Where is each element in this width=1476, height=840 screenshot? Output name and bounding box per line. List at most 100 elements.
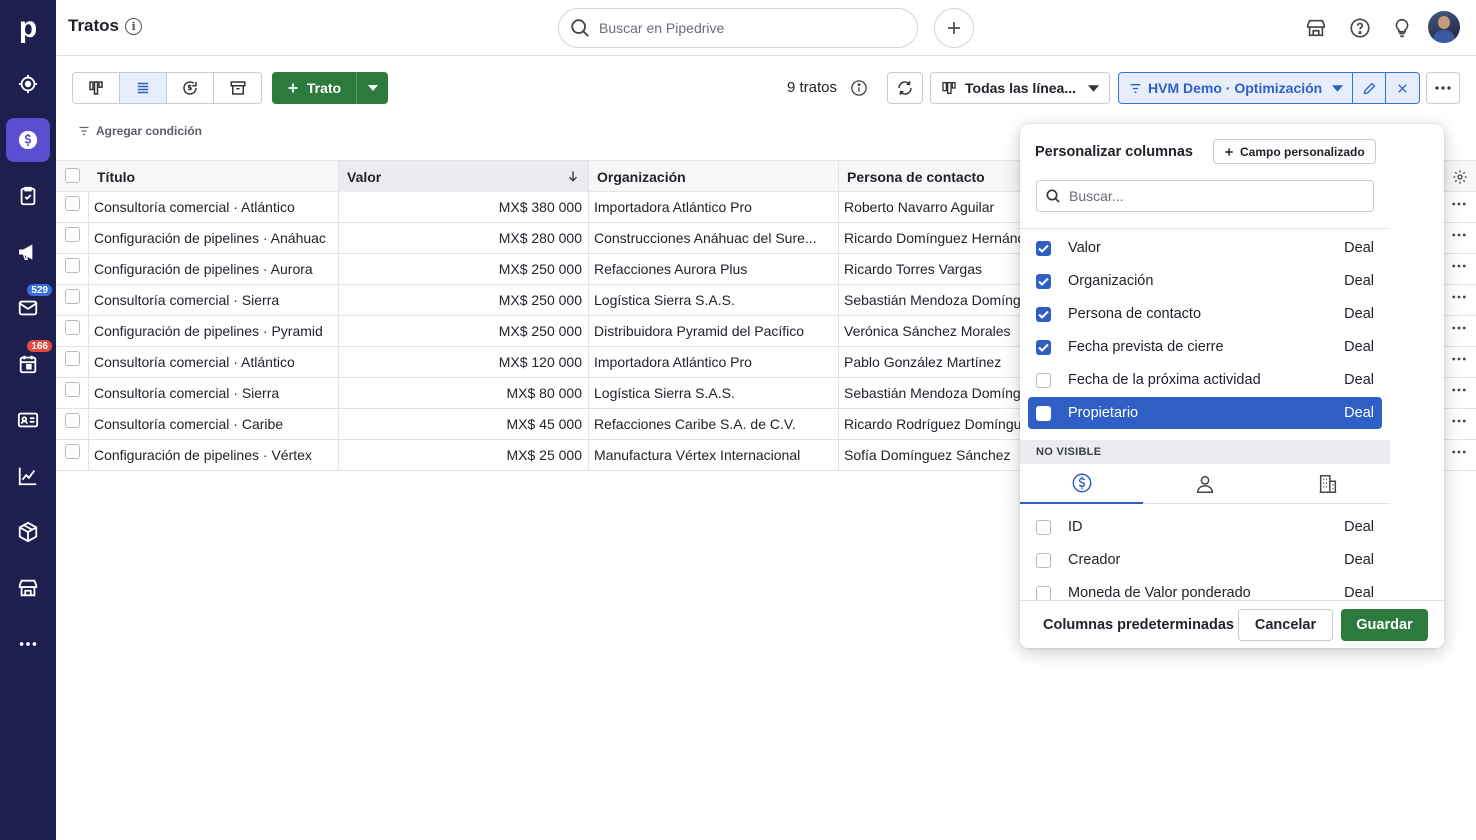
column-option-checkbox[interactable] [1036, 241, 1051, 256]
column-option-checkbox[interactable] [1036, 406, 1051, 421]
row-checkbox[interactable] [64, 320, 80, 335]
deal-title-cell[interactable]: Consultoría comercial · Caribe [89, 409, 339, 439]
sidebar-item-more[interactable] [6, 622, 50, 666]
row-checkbox[interactable] [64, 351, 80, 366]
deal-title-cell[interactable]: Configuración de pipelines · Aurora [89, 254, 339, 284]
global-search[interactable] [558, 8, 918, 48]
sidebar-item-products[interactable] [6, 510, 50, 554]
deal-title-cell[interactable]: Configuración de pipelines · Vértex [89, 440, 339, 470]
organization-cell[interactable]: Logística Sierra S.A.S. [589, 378, 839, 408]
pipeline-select[interactable]: Todas las línea... [930, 72, 1110, 104]
marketplace-button[interactable] [1302, 14, 1330, 42]
tab-organization-fields[interactable] [1266, 464, 1389, 504]
sidebar-item-deals[interactable] [6, 118, 50, 162]
row-more-dots-icon[interactable] [1452, 357, 1466, 361]
column-option-checkbox[interactable] [1036, 553, 1051, 568]
organization-cell[interactable]: Logística Sierra S.A.S. [589, 285, 839, 315]
search-input[interactable] [599, 20, 899, 36]
deal-title-cell[interactable]: Configuración de pipelines · Pyramid [89, 316, 339, 346]
organization-cell[interactable]: Refacciones Caribe S.A. de C.V. [589, 409, 839, 439]
row-more-dots-icon[interactable] [1452, 202, 1466, 206]
edit-filter-button[interactable] [1353, 73, 1386, 103]
organization-cell[interactable]: Manufactura Vértex Internacional [589, 440, 839, 470]
row-checkbox[interactable] [64, 196, 80, 211]
column-header-value[interactable]: Valor [339, 161, 589, 192]
column-search[interactable] [1036, 180, 1374, 212]
custom-field-button[interactable]: Campo personalizado [1213, 139, 1376, 164]
refresh-button[interactable] [887, 72, 923, 104]
sidebar-item-campaigns[interactable] [6, 230, 50, 274]
filter-select[interactable]: HVM Demo · Optimización [1119, 73, 1353, 103]
deal-title-cell[interactable]: Consultoría comercial · Atlántico [89, 347, 339, 377]
row-more-dots-icon[interactable] [1452, 419, 1466, 423]
organization-cell[interactable]: Refacciones Aurora Plus [589, 254, 839, 284]
sidebar-item-mail[interactable]: 529 [6, 282, 54, 330]
column-option[interactable]: Moneda de Valor ponderado Deal [1028, 577, 1382, 600]
column-settings-gear-icon[interactable] [1452, 169, 1468, 185]
deal-count-info-icon[interactable] [850, 79, 868, 102]
row-more-dots-icon[interactable] [1452, 326, 1466, 330]
deal-title-cell[interactable]: Configuración de pipelines · Anáhuac [89, 223, 339, 253]
sidebar-item-insights[interactable] [6, 454, 50, 498]
column-option[interactable]: Valor Deal [1028, 232, 1382, 264]
list-view-button[interactable] [120, 73, 167, 103]
row-more-dots-icon[interactable] [1452, 388, 1466, 392]
more-options-button[interactable] [1426, 72, 1460, 104]
quick-add-button[interactable] [934, 8, 974, 48]
column-header-organization[interactable]: Organización [589, 161, 839, 192]
organization-cell[interactable]: Distribuidora Pyramid del Pacífico [589, 316, 839, 346]
column-option-checkbox[interactable] [1036, 307, 1051, 322]
clear-filter-button[interactable] [1386, 73, 1419, 103]
sidebar-item-leads[interactable] [6, 62, 50, 106]
row-checkbox[interactable] [64, 227, 80, 242]
row-more-dots-icon[interactable] [1452, 295, 1466, 299]
tab-person-fields[interactable] [1143, 464, 1266, 504]
sidebar-item-calendar[interactable]: 166 [6, 338, 54, 386]
row-checkbox[interactable] [64, 289, 80, 304]
tips-button[interactable] [1388, 14, 1416, 42]
add-deal-dropdown[interactable] [356, 72, 388, 104]
row-more-dots-icon[interactable] [1452, 233, 1466, 237]
pipeline-view-button[interactable] [73, 73, 120, 103]
save-button[interactable]: Guardar [1341, 609, 1428, 641]
archive-view-button[interactable] [214, 73, 261, 103]
row-checkbox[interactable] [64, 413, 80, 428]
column-option[interactable]: ID Deal [1028, 511, 1382, 543]
organization-cell[interactable]: Construcciones Anáhuac del Sure... [589, 223, 839, 253]
pipedrive-logo[interactable]: p [0, 0, 56, 56]
organization-cell[interactable]: Importadora Atlántico Pro [589, 347, 839, 377]
deal-title-cell[interactable]: Consultoría comercial · Sierra [89, 285, 339, 315]
column-option[interactable]: Fecha prevista de cierre Deal [1028, 331, 1382, 363]
column-option[interactable]: Creador Deal [1028, 544, 1382, 576]
add-condition-button[interactable]: Agregar condición [78, 124, 202, 138]
column-option-checkbox[interactable] [1036, 340, 1051, 355]
column-option-checkbox[interactable] [1036, 373, 1051, 388]
column-option[interactable]: Propietario Deal [1028, 397, 1382, 429]
add-deal-button[interactable]: Trato [272, 72, 356, 104]
deal-title-cell[interactable]: Consultoría comercial · Atlántico [89, 192, 339, 222]
row-checkbox[interactable] [64, 258, 80, 273]
column-search-input[interactable] [1069, 188, 1349, 204]
row-more-dots-icon[interactable] [1452, 264, 1466, 268]
column-option[interactable]: Organización Deal [1028, 265, 1382, 297]
sidebar-item-tasks[interactable] [6, 174, 50, 218]
user-avatar[interactable] [1428, 11, 1460, 43]
column-option-checkbox[interactable] [1036, 520, 1051, 535]
default-columns-button[interactable]: Columnas predeterminadas [1043, 617, 1234, 633]
column-option-checkbox[interactable] [1036, 586, 1051, 600]
info-icon[interactable]: i [125, 17, 143, 35]
organization-cell[interactable]: Importadora Atlántico Pro [589, 192, 839, 222]
column-header-title[interactable]: Título [89, 161, 339, 192]
column-option[interactable]: Fecha de la próxima actividad Deal [1028, 364, 1382, 396]
row-checkbox[interactable] [64, 444, 80, 459]
deal-title-cell[interactable]: Consultoría comercial · Sierra [89, 378, 339, 408]
sidebar-item-marketplace[interactable] [6, 566, 50, 610]
forecast-view-button[interactable] [167, 73, 214, 103]
column-option-checkbox[interactable] [1036, 274, 1051, 289]
sidebar-item-contacts[interactable] [6, 398, 50, 442]
help-button[interactable] [1346, 14, 1374, 42]
column-option[interactable]: Persona de contacto Deal [1028, 298, 1382, 330]
row-more-dots-icon[interactable] [1452, 450, 1466, 454]
tab-deal-fields[interactable] [1020, 464, 1143, 504]
cancel-button[interactable]: Cancelar [1238, 609, 1333, 641]
